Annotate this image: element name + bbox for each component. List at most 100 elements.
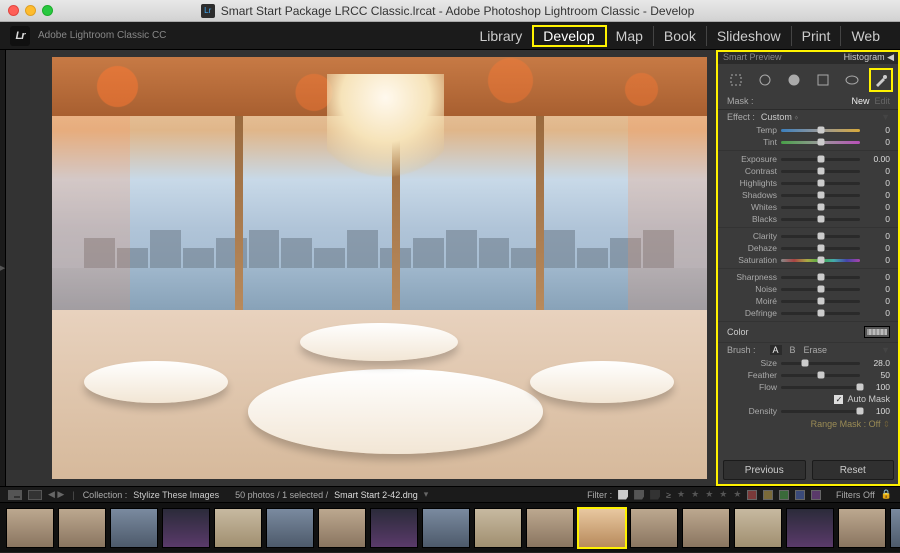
graduated-filter-icon[interactable] [814, 71, 832, 89]
sharpness-thumb[interactable] [817, 274, 824, 281]
noise-thumb[interactable] [817, 286, 824, 293]
whites-value[interactable]: 0 [864, 202, 890, 212]
feather-thumb[interactable] [817, 372, 824, 379]
flag-reject-icon[interactable] [650, 490, 660, 500]
shadows-slider[interactable]: Shadows0 [727, 189, 890, 201]
dehaze-slider[interactable]: Dehaze0 [727, 242, 890, 254]
highlights-track[interactable] [781, 182, 860, 185]
exposure-value[interactable]: 0.00 [864, 154, 890, 164]
previous-button[interactable]: Previous [723, 460, 806, 480]
sharpness-track[interactable] [781, 276, 860, 279]
feather-slider[interactable]: Feather50 [727, 369, 890, 381]
effect-value[interactable]: Custom [761, 112, 792, 122]
histogram-label[interactable]: Histogram [844, 52, 885, 62]
size-thumb[interactable] [801, 360, 808, 367]
blacks-slider[interactable]: Blacks0 [727, 213, 890, 225]
redeye-icon[interactable] [785, 71, 803, 89]
clarity-thumb[interactable] [817, 233, 824, 240]
mask-new-button[interactable]: New [851, 96, 869, 106]
filmstrip-thumb[interactable] [318, 508, 366, 548]
color-swatch[interactable] [864, 326, 890, 338]
color-label-blue-icon[interactable] [795, 490, 805, 500]
loupe-view-icon[interactable] [28, 490, 42, 500]
filmstrip-thumb[interactable] [474, 508, 522, 548]
range-mask-label[interactable]: Range Mask : Off [811, 419, 881, 429]
radial-filter-icon[interactable] [843, 71, 861, 89]
exposure-thumb[interactable] [817, 156, 824, 163]
whites-thumb[interactable] [817, 204, 824, 211]
filmstrip-thumb[interactable] [786, 508, 834, 548]
sharpness-slider[interactable]: Sharpness0 [727, 271, 890, 283]
dehaze-value[interactable]: 0 [864, 243, 890, 253]
saturation-thumb[interactable] [817, 257, 824, 264]
blacks-thumb[interactable] [817, 216, 824, 223]
noise-track[interactable] [781, 288, 860, 291]
noise-slider[interactable]: Noise0 [727, 283, 890, 295]
feather-value[interactable]: 50 [864, 370, 890, 380]
filmstrip-thumb[interactable] [682, 508, 730, 548]
defringe-track[interactable] [781, 312, 860, 315]
color-label-purple-icon[interactable] [811, 490, 821, 500]
noise-value[interactable]: 0 [864, 284, 890, 294]
clarity-slider[interactable]: Clarity0 [727, 230, 890, 242]
shadows-thumb[interactable] [817, 192, 824, 199]
tint-slider[interactable]: Tint0 [727, 136, 890, 148]
dehaze-thumb[interactable] [817, 245, 824, 252]
effect-disclosure-icon[interactable]: ▼ [881, 112, 890, 122]
moire-thumb[interactable] [817, 298, 824, 305]
module-develop[interactable]: Develop [533, 26, 605, 46]
filmstrip-thumb[interactable] [422, 508, 470, 548]
flag-pick-icon[interactable] [618, 490, 628, 500]
tint-track[interactable] [781, 141, 860, 144]
contrast-value[interactable]: 0 [864, 166, 890, 176]
filmstrip-thumb[interactable] [162, 508, 210, 548]
flag-unflagged-icon[interactable] [634, 490, 644, 500]
contrast-slider[interactable]: Contrast0 [727, 165, 890, 177]
temp-track[interactable] [781, 129, 860, 132]
temp-slider[interactable]: Temp0 [727, 124, 890, 136]
moire-slider[interactable]: Moiré0 [727, 295, 890, 307]
defringe-value[interactable]: 0 [864, 308, 890, 318]
filmstrip-thumb[interactable] [110, 508, 158, 548]
contrast-track[interactable] [781, 170, 860, 173]
filmstrip-thumb[interactable] [578, 508, 626, 548]
blacks-track[interactable] [781, 218, 860, 221]
flow-slider[interactable]: Flow100 [727, 381, 890, 393]
star-1-icon[interactable]: ★ [677, 489, 685, 500]
brush-disclosure-icon[interactable]: ▼ [881, 345, 890, 355]
left-panel-toggle[interactable] [0, 50, 6, 486]
module-web[interactable]: Web [841, 26, 890, 46]
sharpness-value[interactable]: 0 [864, 272, 890, 282]
filters-off-label[interactable]: Filters Off [836, 490, 875, 500]
feather-track[interactable] [781, 374, 860, 377]
size-slider[interactable]: Size28.0 [727, 357, 890, 369]
filename-dropdown-icon[interactable]: ▾ [424, 489, 429, 500]
clarity-track[interactable] [781, 235, 860, 238]
density-value[interactable]: 100 [864, 406, 890, 416]
saturation-slider[interactable]: Saturation0 [727, 254, 890, 266]
dehaze-track[interactable] [781, 247, 860, 250]
brush-a-button[interactable]: A [770, 345, 782, 355]
color-label-green-icon[interactable] [779, 490, 789, 500]
rating-compare-icon[interactable]: ≥ [666, 490, 671, 500]
size-value[interactable]: 28.0 [864, 358, 890, 368]
filmstrip-thumb[interactable] [370, 508, 418, 548]
whites-slider[interactable]: Whites0 [727, 201, 890, 213]
star-5-icon[interactable]: ★ [733, 489, 741, 500]
photo-preview[interactable] [52, 57, 707, 479]
contrast-thumb[interactable] [817, 168, 824, 175]
whites-track[interactable] [781, 206, 860, 209]
spot-removal-icon[interactable] [756, 71, 774, 89]
color-label-yellow-icon[interactable] [763, 490, 773, 500]
highlights-value[interactable]: 0 [864, 178, 890, 188]
brush-erase-button[interactable]: Erase [804, 345, 828, 355]
brush-b-button[interactable]: B [790, 345, 796, 355]
tint-value[interactable]: 0 [864, 137, 890, 147]
flow-track[interactable] [781, 386, 860, 389]
size-track[interactable] [781, 362, 860, 365]
shadows-track[interactable] [781, 194, 860, 197]
filmstrip[interactable] [0, 502, 900, 552]
moire-track[interactable] [781, 300, 860, 303]
flow-value[interactable]: 100 [864, 382, 890, 392]
color-label-red-icon[interactable] [747, 490, 757, 500]
